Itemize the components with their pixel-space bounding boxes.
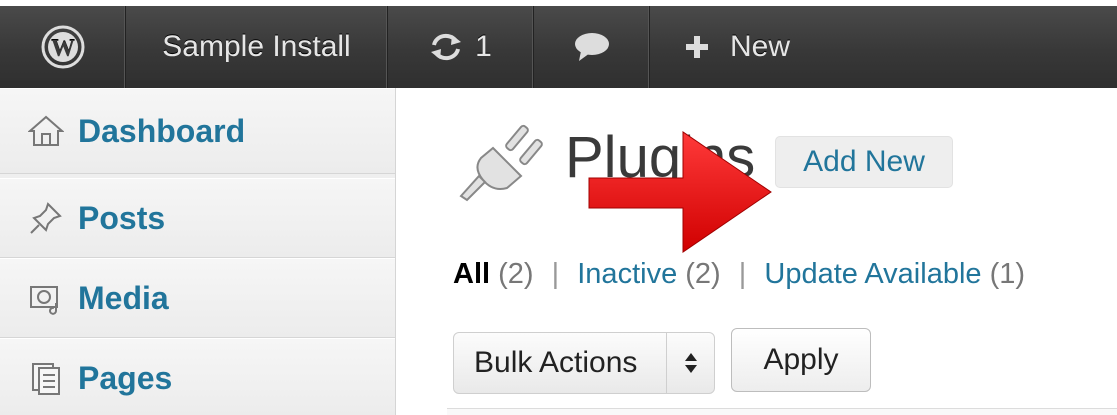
select-arrows-icon [666,333,714,393]
sidebar-item-label: Dashboard [78,112,246,149]
home-icon [24,109,68,153]
bulk-actions-select[interactable]: Bulk Actions [453,332,715,394]
pushpin-icon [24,196,68,240]
filter-all[interactable]: All [453,258,490,290]
plus-icon [686,36,708,58]
sidebar-item-label: Pages [78,359,173,396]
svg-text:W: W [51,36,75,62]
admin-sidebar: Dashboard Posts Media Pages [0,88,396,415]
updates-button[interactable]: 1 [388,6,534,88]
filter-update-count: (1) [989,258,1026,290]
site-name: Sample Install [162,30,351,63]
admin-bar: W Sample Install 1 New [0,0,1117,88]
filter-update-available[interactable]: Update Available [764,258,981,290]
refresh-icon [431,33,462,61]
new-content-button[interactable]: New [650,6,824,88]
pages-icon [24,356,68,400]
filter-all-count: (2) [498,258,534,290]
sidebar-item-pages[interactable]: Pages [0,338,395,415]
wordpress-logo-icon: W [41,25,84,69]
bulk-actions-label: Bulk Actions [474,346,638,379]
filter-inactive[interactable]: Inactive [577,258,677,290]
apply-button[interactable]: Apply [731,328,871,392]
plug-icon [459,124,543,202]
red-arrow-annotation [588,131,772,253]
comment-bubble-icon [574,33,609,61]
plugins-table-top [447,408,1117,415]
site-name-link[interactable]: Sample Install [126,6,388,88]
sidebar-item-media[interactable]: Media [0,258,395,338]
filter-inactive-count: (2) [685,258,721,290]
media-icon [24,276,68,320]
sidebar-item-posts[interactable]: Posts [0,178,395,258]
plugin-filter-links: All (2) | Inactive (2) | Update Availabl… [453,258,1025,291]
sidebar-item-dashboard[interactable]: Dashboard [0,88,395,174]
sidebar-item-label: Posts [78,199,166,236]
add-new-button[interactable]: Add New [775,136,953,188]
main-content: Plugins Add New All (2) | Inactive (2) |… [397,88,1117,415]
sidebar-item-label: Media [78,279,169,316]
wordpress-logo-button[interactable]: W [0,6,126,88]
comments-button[interactable] [534,6,650,88]
updates-count: 1 [475,30,492,63]
new-label: New [730,30,791,63]
filter-separator: | [551,258,560,290]
filter-separator: | [738,258,747,290]
